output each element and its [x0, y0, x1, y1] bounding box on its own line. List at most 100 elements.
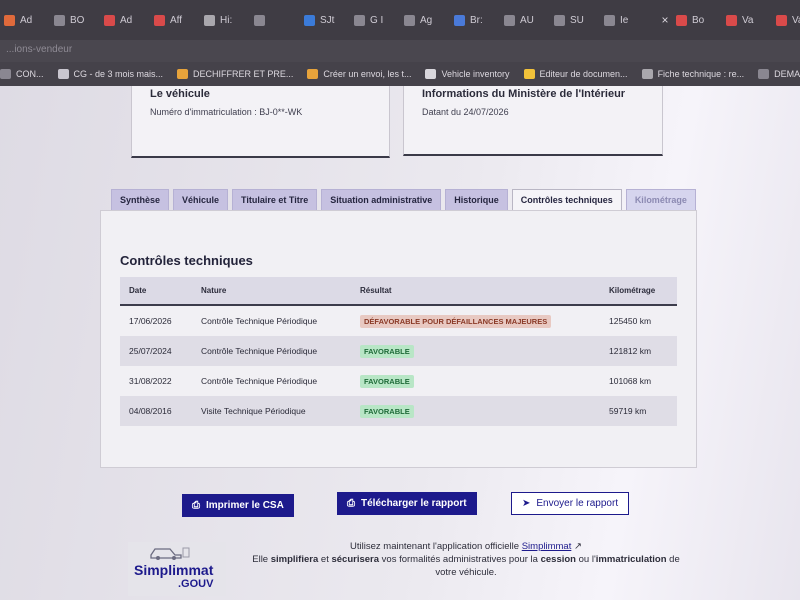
- bookmark-item[interactable]: Fiche technique : re...: [641, 69, 744, 79]
- promo-line-1: Utilisez maintenant l'application offici…: [250, 540, 682, 553]
- browser-tab[interactable]: BO: [54, 7, 104, 33]
- send-icon: ➤: [522, 498, 531, 509]
- browser-tab[interactable]: SJt: [304, 7, 354, 33]
- tab-favicon-icon: [776, 14, 787, 26]
- browser-tab[interactable]: Bo: [676, 7, 726, 33]
- tab-favicon-icon: [4, 14, 15, 26]
- table-row: 31/08/2022 Contrôle Technique Périodique…: [120, 366, 677, 396]
- bookmark-label: Editeur de documen...: [539, 69, 628, 79]
- browser-tab[interactable]: SU: [554, 7, 604, 33]
- controles-panel: Contrôles techniques Date Nature Résulta…: [100, 210, 697, 468]
- browser-tab[interactable]: G I: [354, 7, 404, 33]
- bookmark-item[interactable]: Créer un envoi, les t...: [307, 69, 411, 79]
- bookmark-favicon-icon: [641, 69, 653, 79]
- browser-tab[interactable]: Ad: [104, 7, 154, 33]
- promo-emphasis: simplifiera: [270, 554, 319, 565]
- address-bar[interactable]: ...ions-vendeur: [0, 40, 800, 62]
- bookmark-item[interactable]: Vehicle inventory: [425, 69, 510, 79]
- vehicle-registration: Numéro d'immatriculation : BJ-0**-WK: [150, 107, 303, 117]
- browser-tab-label: BO: [70, 14, 85, 26]
- address-bar-url: ...ions-vendeur: [6, 44, 73, 55]
- column-nature: Nature: [201, 286, 227, 295]
- browser-tab[interactable]: Va: [726, 7, 776, 33]
- row-km: 121812 km: [609, 346, 652, 356]
- promo-line-2: Elle simplifiera et sécurisera vos forma…: [250, 553, 682, 566]
- bookmark-favicon-icon: [307, 69, 319, 79]
- bookmark-item[interactable]: Editeur de documen...: [523, 69, 628, 79]
- browser-tab[interactable]: Ad: [4, 7, 54, 33]
- promo-emphasis: cession: [540, 554, 576, 565]
- browser-tab-label: SJt: [320, 14, 335, 26]
- external-link-icon: ↗: [573, 541, 582, 552]
- close-tab-icon[interactable]: ×: [654, 13, 676, 27]
- browser-tab[interactable]: [254, 7, 304, 33]
- browser-tab-strip: Ad BO Ad Aff Hi: SJt G I Ag Br: AU SU Ie × Bo Va Va: [0, 0, 800, 40]
- browser-tab[interactable]: Aff: [154, 7, 204, 33]
- printer-icon: ⎙: [192, 500, 200, 511]
- tab-favicon-icon: [504, 14, 515, 26]
- ministry-card-title: Informations du Ministère de l'Intérieur: [422, 88, 626, 100]
- browser-tab[interactable]: Ie: [604, 7, 654, 33]
- browser-tab[interactable]: Br:: [454, 7, 504, 33]
- tab-favicon-icon: [354, 14, 365, 26]
- bookmark-item[interactable]: DECHIFFRER ET PRE...: [177, 69, 293, 79]
- tab-situation-administrative[interactable]: Situation administrative: [321, 189, 442, 211]
- browser-tab-label: Hi:: [220, 14, 233, 26]
- row-nature: Visite Technique Périodique: [201, 406, 306, 416]
- browser-tab-label: SU: [570, 14, 584, 26]
- browser-tab[interactable]: Hi:: [204, 7, 254, 33]
- tab-favicon-icon: [554, 14, 565, 26]
- tab-favicon-icon: [154, 14, 165, 26]
- table-row: 25/07/2024 Contrôle Technique Périodique…: [120, 336, 677, 366]
- row-nature: Contrôle Technique Périodique: [201, 346, 318, 356]
- tab-synthese[interactable]: Synthèse: [111, 189, 170, 211]
- browser-tab-label: Ad: [120, 14, 133, 26]
- promo-text: vos formalités administratives pour la: [381, 554, 538, 565]
- bookmark-item[interactable]: DEMANDE DE CON...: [758, 69, 800, 79]
- send-report-button[interactable]: ➤ Envoyer le rapport: [511, 492, 630, 515]
- browser-tab[interactable]: Va: [776, 7, 800, 33]
- bookmark-favicon-icon: [177, 69, 189, 79]
- column-date: Date: [129, 286, 147, 295]
- browser-tab-label: G I: [370, 14, 384, 26]
- browser-tab-label: Va: [792, 14, 800, 26]
- browser-tab-label: Ag: [420, 14, 433, 26]
- tab-titulaire[interactable]: Titulaire et Titre: [232, 189, 318, 211]
- bookmark-label: DECHIFFRER ET PRE...: [193, 69, 294, 79]
- tab-favicon-icon: [204, 14, 215, 26]
- browser-tab[interactable]: Ag: [404, 7, 454, 33]
- ministry-card: Informations du Ministère de l'Intérieur…: [403, 86, 663, 156]
- bookmark-label: CG - de 3 mois mais...: [73, 69, 164, 79]
- column-resultat: Résultat: [360, 286, 392, 295]
- simplimmat-link[interactable]: Simplimmat: [522, 541, 572, 552]
- promo-text: et: [320, 554, 329, 565]
- result-badge-favorable: FAVORABLE: [360, 374, 414, 388]
- send-report-label: Envoyer le rapport: [536, 498, 619, 509]
- bookmark-label: Vehicle inventory: [441, 69, 510, 79]
- row-nature: Contrôle Technique Périodique: [201, 376, 318, 386]
- tab-kilometrage[interactable]: Kilométrage: [625, 189, 696, 211]
- row-km: 59719 km: [609, 406, 647, 416]
- table-header: Date Nature Résultat Kilométrage: [120, 277, 677, 306]
- tab-historique[interactable]: Historique: [445, 189, 508, 211]
- logo-gouv: .GOUV: [178, 578, 214, 590]
- print-csa-label: Imprimer le CSA: [206, 500, 284, 511]
- tab-vehicule[interactable]: Véhicule: [173, 189, 229, 211]
- print-csa-button[interactable]: ⎙ Imprimer le CSA: [182, 494, 294, 517]
- tab-favicon-icon: [726, 14, 737, 26]
- simplimmat-logo: Simplimmat .GOUV: [128, 542, 226, 596]
- logo-text: Simplimmat: [134, 562, 214, 578]
- download-report-button[interactable]: ⎙ Télécharger le rapport: [337, 492, 477, 515]
- tab-controles-techniques[interactable]: Contrôles techniques: [511, 189, 622, 211]
- tab-favicon-icon: [304, 14, 315, 26]
- result-badge-defavorable: DÉFAVORABLE POUR DÉFAILLANCES MAJEURES: [360, 314, 552, 328]
- bookmark-item[interactable]: CON...: [0, 69, 44, 79]
- row-date: 31/08/2022: [129, 376, 172, 386]
- browser-tab[interactable]: AU: [504, 7, 554, 33]
- download-icon: ⎙: [347, 498, 355, 509]
- table-row: 17/06/2026 Contrôle Technique Périodique…: [120, 306, 677, 336]
- row-result: FAVORABLE: [360, 344, 609, 358]
- browser-tab-label: Aff: [170, 14, 183, 26]
- bookmark-item[interactable]: CG - de 3 mois mais...: [57, 69, 164, 79]
- row-nature: Contrôle Technique Périodique: [201, 316, 318, 326]
